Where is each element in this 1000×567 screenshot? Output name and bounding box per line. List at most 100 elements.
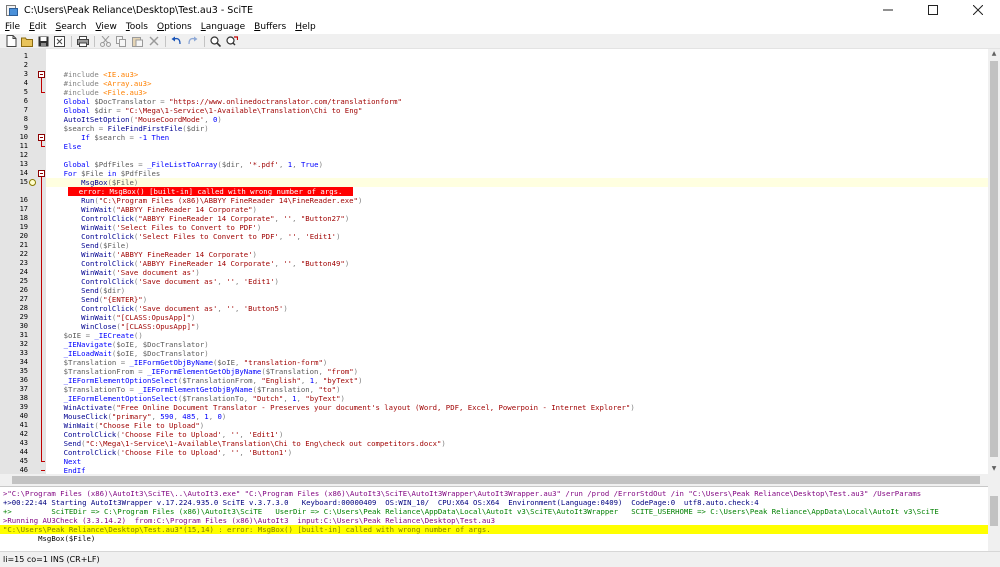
editor-vertical-scrollbar[interactable]: ▲ ▼ bbox=[988, 49, 1000, 474]
code-line[interactable]: Next bbox=[46, 457, 988, 466]
code-line[interactable]: _IEFormElementOptionSelect($TranslationT… bbox=[46, 394, 988, 403]
close-file-button[interactable] bbox=[52, 35, 67, 48]
copy-button[interactable] bbox=[114, 35, 129, 48]
scroll-up-arrow[interactable]: ▲ bbox=[988, 49, 1000, 59]
save-file-button[interactable] bbox=[36, 35, 51, 48]
menu-options[interactable]: Options bbox=[152, 22, 196, 32]
code-line[interactable]: ControlClick('Select Files to Convert to… bbox=[46, 232, 988, 241]
toolbar-separator bbox=[204, 35, 205, 47]
editor-pane[interactable]: 1 2 3 4 5 6 7 8 9 10 11 12 13 14 15 16 17 18 19 20 21 22 23 24 2… bbox=[0, 49, 1000, 474]
code-line[interactable]: WinWait('Select Files to Convert to PDF'… bbox=[46, 223, 988, 232]
code-line[interactable]: Send($File) bbox=[46, 241, 988, 250]
code-line[interactable]: $search = FileFindFirstFile($dir) bbox=[46, 124, 988, 133]
code-line[interactable]: #include <Array.au3> bbox=[46, 79, 988, 88]
code-line[interactable]: AutoItSetOption('MouseCoordMode', 0) bbox=[46, 115, 988, 124]
code-line[interactable]: ControlClick('Choose File to Upload', ''… bbox=[46, 430, 988, 439]
menu-tools[interactable]: Tools bbox=[121, 22, 152, 32]
minimize-button[interactable] bbox=[865, 0, 910, 20]
code-line[interactable]: $TranslationTo = _IEFormElementGetObjByN… bbox=[46, 385, 988, 394]
line-number: 16 bbox=[19, 196, 28, 204]
code-line[interactable] bbox=[46, 61, 988, 70]
code-line[interactable]: MsgBox($File) bbox=[46, 178, 988, 187]
code-line[interactable] bbox=[46, 151, 988, 160]
scroll-down-arrow[interactable]: ▼ bbox=[988, 464, 1000, 474]
output-line[interactable]: +>00:22:44 Starting AutoIt3Wrapper v.17.… bbox=[0, 498, 988, 507]
code-line[interactable]: Else bbox=[46, 142, 988, 151]
delete-button[interactable] bbox=[146, 35, 161, 48]
open-file-button[interactable] bbox=[20, 35, 35, 48]
code-line[interactable]: WinActivate("Free Online Document Transl… bbox=[46, 403, 988, 412]
code-line[interactable]: ControlClick('ABBYY FineReader 14 Corpor… bbox=[46, 259, 988, 268]
code-line[interactable]: Global $PdfFiles = _FileListToArray($dir… bbox=[46, 160, 988, 169]
paste-button[interactable] bbox=[130, 35, 145, 48]
maximize-button[interactable] bbox=[910, 0, 955, 20]
scite-app-icon[interactable] bbox=[5, 3, 19, 17]
code-line[interactable]: If $search = -1 Then bbox=[46, 133, 988, 142]
code-line[interactable]: WinClose("[CLASS:OpusApp]") bbox=[46, 322, 988, 331]
code-line[interactable]: _IENavigate($oIE, $DocTranslator) bbox=[46, 340, 988, 349]
menu-bar: File Edit Search View Tools Options Language Bu… bbox=[0, 20, 1000, 34]
code-line[interactable]: $oIE = _IECreate() bbox=[46, 331, 988, 340]
code-line[interactable]: Send($dir) bbox=[46, 286, 988, 295]
menu-edit[interactable]: Edit bbox=[24, 22, 50, 32]
output-scroll-thumb[interactable] bbox=[990, 496, 998, 526]
code-line[interactable]: Run("C:\Program Files (x86)\ABBYY FineRe… bbox=[46, 196, 988, 205]
horizontal-scroll-thumb[interactable] bbox=[12, 476, 980, 484]
code-line[interactable]: WinWait('ABBYY FineReader 14 Corporate') bbox=[46, 250, 988, 259]
output-vertical-scrollbar[interactable] bbox=[988, 486, 1000, 551]
code-line[interactable]: _IELoadWait($oIE, $DocTranslator) bbox=[46, 349, 988, 358]
code-line[interactable] bbox=[46, 52, 988, 61]
output-line[interactable]: >Running AU3Check (3.3.14.2) from:C:\Pro… bbox=[0, 516, 988, 525]
code-line[interactable]: WinWait("[CLASS:OpusApp]") bbox=[46, 313, 988, 322]
output-pane[interactable]: >"C:\Program Files (x86)\AutoIt3\SciTE\.… bbox=[0, 486, 1000, 551]
code-line[interactable]: ControlClick('Save document as', '', 'Bu… bbox=[46, 304, 988, 313]
menu-search[interactable]: Search bbox=[51, 22, 91, 32]
code-line[interactable]: MouseClick("primary", 590, 485, 1, 0) bbox=[46, 412, 988, 421]
output-line[interactable]: MsgBox($File) bbox=[0, 534, 988, 543]
code-line[interactable]: ControlClick('Save document as', '', 'Ed… bbox=[46, 277, 988, 286]
code-line[interactable]: _IEFormElementOptionSelect($TranslationF… bbox=[46, 376, 988, 385]
code-line[interactable]: ControlClick("ABBYY FineReader 14 Corpor… bbox=[46, 214, 988, 223]
new-file-button[interactable] bbox=[4, 35, 19, 48]
menu-help[interactable]: Help bbox=[290, 22, 320, 32]
menu-view[interactable]: View bbox=[90, 22, 120, 32]
close-button[interactable] bbox=[955, 0, 1000, 20]
code-line[interactable]: Global $DocTranslator = "https://www.onl… bbox=[46, 97, 988, 106]
menu-buffers[interactable]: Buffers bbox=[249, 22, 290, 32]
code-line[interactable]: Send("{ENTER}") bbox=[46, 295, 988, 304]
editor-scroll-thumb[interactable] bbox=[990, 61, 998, 457]
code-line[interactable]: Global $dir = "C:\Mega\1-Service\1-Avail… bbox=[46, 106, 988, 115]
output-line[interactable]: "C:\Users\Peak Reliance\Desktop\Test.au3… bbox=[0, 525, 988, 534]
copy-icon bbox=[116, 35, 126, 47]
undo-button[interactable] bbox=[169, 35, 184, 48]
code-line[interactable]: Send("C:\Mega\1-Service\1-Available\Tran… bbox=[46, 439, 988, 448]
code-line[interactable]: $TranslationFrom = _IEFormElementGetObjB… bbox=[46, 367, 988, 376]
cut-button[interactable] bbox=[98, 35, 113, 48]
print-button[interactable] bbox=[75, 35, 90, 48]
code-area[interactable]: #include <IE.au3> #include <Array.au3> #… bbox=[46, 49, 988, 474]
save-icon bbox=[38, 36, 49, 46]
output-line[interactable]: >"C:\Program Files (x86)\AutoIt3\SciTE\.… bbox=[0, 489, 988, 498]
editor-horizontal-scrollbar[interactable] bbox=[0, 474, 1000, 486]
code-line[interactable]: WinWait('Save document as') bbox=[46, 268, 988, 277]
line-number: 2 bbox=[23, 61, 28, 69]
code-line[interactable]: WinWait("Choose File to Upload") bbox=[46, 421, 988, 430]
code-line[interactable]: #include <IE.au3> bbox=[46, 70, 988, 79]
code-line[interactable]: For $File in $PdfFiles bbox=[46, 169, 988, 178]
line-number: 41 bbox=[19, 421, 28, 429]
menu-language[interactable]: Language bbox=[196, 22, 249, 32]
menu-file[interactable]: File bbox=[0, 22, 24, 32]
line-number: 24 bbox=[19, 268, 28, 276]
fold-end bbox=[41, 470, 45, 471]
code-line[interactable]: WinWait("ABBYY FineReader 14 Corporate") bbox=[46, 205, 988, 214]
find-button[interactable] bbox=[208, 35, 223, 48]
code-line[interactable]: #include <File.au3> bbox=[46, 88, 988, 97]
replace-button[interactable] bbox=[224, 35, 239, 48]
output-line[interactable]: +> SciTEDir => C:\Program Files (x86)\Au… bbox=[0, 507, 988, 516]
code-line[interactable]: $Translation = _IEFormGetObjByName($oIE,… bbox=[46, 358, 988, 367]
toolbar-separator bbox=[165, 35, 166, 47]
bookmark-marker[interactable] bbox=[29, 179, 36, 186]
code-line[interactable]: ControlClick('Choose File to Upload', ''… bbox=[46, 448, 988, 457]
redo-button[interactable] bbox=[185, 35, 200, 48]
code-line[interactable]: EndIf bbox=[46, 466, 988, 474]
